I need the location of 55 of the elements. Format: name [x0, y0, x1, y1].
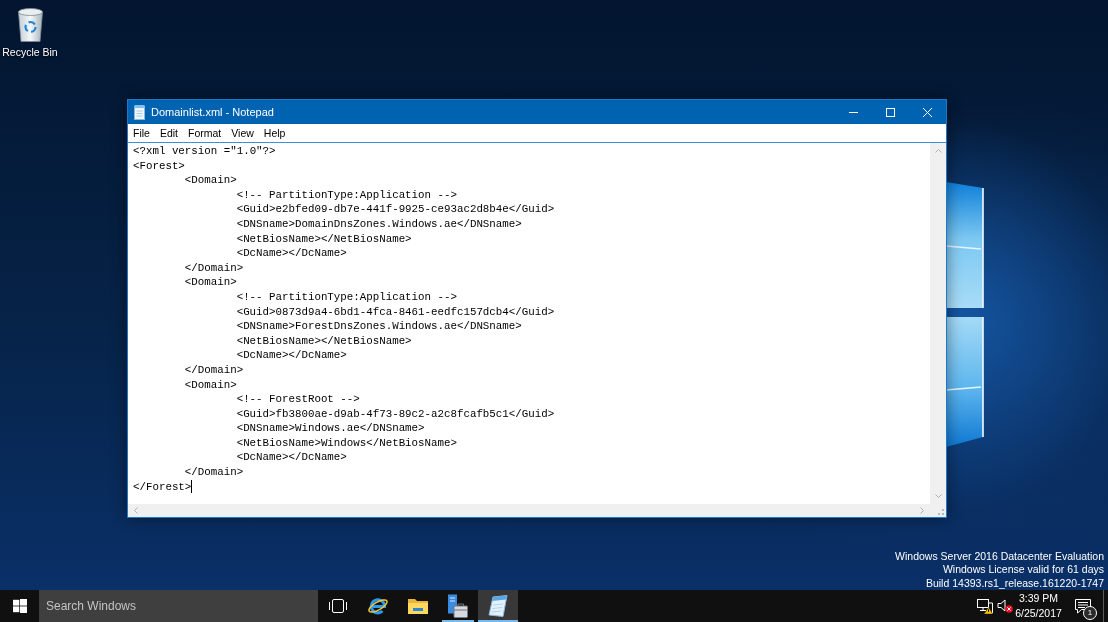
- code-line: <!-- PartitionType:Application -->: [236, 290, 457, 303]
- code-line: <DNSname>Windows.ae</DNSname>: [236, 422, 425, 435]
- code-line: </Domain>: [184, 363, 244, 376]
- browser-icon: [367, 596, 389, 616]
- code-line: <DcName></DcName>: [236, 451, 347, 464]
- search-field[interactable]: Search Windows: [39, 590, 318, 622]
- menu-item[interactable]: Edit: [154, 124, 183, 142]
- resize-grip-icon[interactable]: [938, 509, 944, 515]
- action-center-icon[interactable]: [1075, 598, 1091, 614]
- code-line: <Domain>: [184, 174, 237, 187]
- code-line: <!-- ForestRoot -->: [236, 393, 360, 406]
- task-view-icon: [329, 599, 347, 613]
- server-toolbox-icon: [448, 594, 468, 618]
- recycle-bin-icon[interactable]: [17, 8, 43, 42]
- code-line: <Domain>: [184, 378, 237, 391]
- minimize-icon: [849, 111, 858, 113]
- notification-count[interactable]: 1: [1083, 605, 1097, 620]
- clock-time[interactable]: 3:39 PM: [1018, 591, 1059, 606]
- code-line: <DcName></DcName>: [236, 349, 347, 362]
- folder-icon: [408, 598, 428, 614]
- menu-item[interactable]: View: [226, 124, 259, 142]
- taskbar-button[interactable]: [478, 590, 518, 622]
- close-icon: [923, 107, 932, 117]
- code-line: <Guid>fb3800ae-d9ab-4f73-89c2-a2c8fcafb5c1</Guid>: [236, 407, 555, 420]
- code-line: <?xml version ="1.0"?>: [133, 145, 276, 157]
- code-line: <DNSname>DomainDnsZones.Windows.ae</DNSname>: [236, 217, 522, 230]
- windows-logo-icon: [12, 599, 27, 613]
- code-line: <!-- PartitionType:Application -->: [236, 188, 457, 201]
- code-line: <NetBiosName></NetBiosName>: [236, 232, 412, 245]
- menu-item[interactable]: Format: [183, 124, 227, 142]
- code-line: <Guid>e2bfed09-db7e-441f-9925-ce93ac2d8b4e</Guid>: [236, 203, 555, 216]
- code-line: </Forest>: [133, 480, 192, 493]
- code-line: <Domain>: [184, 276, 237, 289]
- code-line: <Forest>: [133, 159, 185, 172]
- window-title: Domainlist.xml - Notepad: [151, 106, 275, 118]
- code-line: <DcName></DcName>: [236, 247, 347, 260]
- menu-item[interactable]: Help: [258, 124, 291, 142]
- horizontal-scrollbar[interactable]: [128, 504, 946, 517]
- code-line: <DNSname>ForestDnsZones.Windows.ae</DNSname>: [236, 320, 522, 333]
- notepad-icon[interactable]: [134, 104, 145, 120]
- volume-muted-icon[interactable]: [996, 599, 1013, 613]
- menu-item[interactable]: File: [128, 124, 155, 142]
- clock-date[interactable]: 6/25/2017: [1015, 606, 1062, 621]
- code-line: <NetBiosName></NetBiosName>: [236, 334, 412, 347]
- desktop-icon-label[interactable]: Recycle Bin: [2, 46, 58, 59]
- code-line: <NetBiosName>Windows</NetBiosName>: [236, 436, 457, 449]
- network-warning-icon[interactable]: [977, 598, 993, 614]
- edition-notice: Windows Server 2016 Datacenter Evaluation: [895, 549, 1104, 563]
- notepad-icon: [488, 595, 508, 617]
- maximize-icon: [886, 107, 895, 117]
- edition-notice: Windows License valid for 61 days: [942, 563, 1104, 577]
- code-line: </Domain>: [184, 261, 244, 274]
- edition-notice: Build 14393.rs1_release.161220-1747: [925, 576, 1104, 590]
- code-line: </Domain>: [184, 466, 244, 479]
- code-line: <Guid>0873d9a4-6bd1-4fca-8461-eedfc157dcb4</Guid>: [236, 305, 555, 318]
